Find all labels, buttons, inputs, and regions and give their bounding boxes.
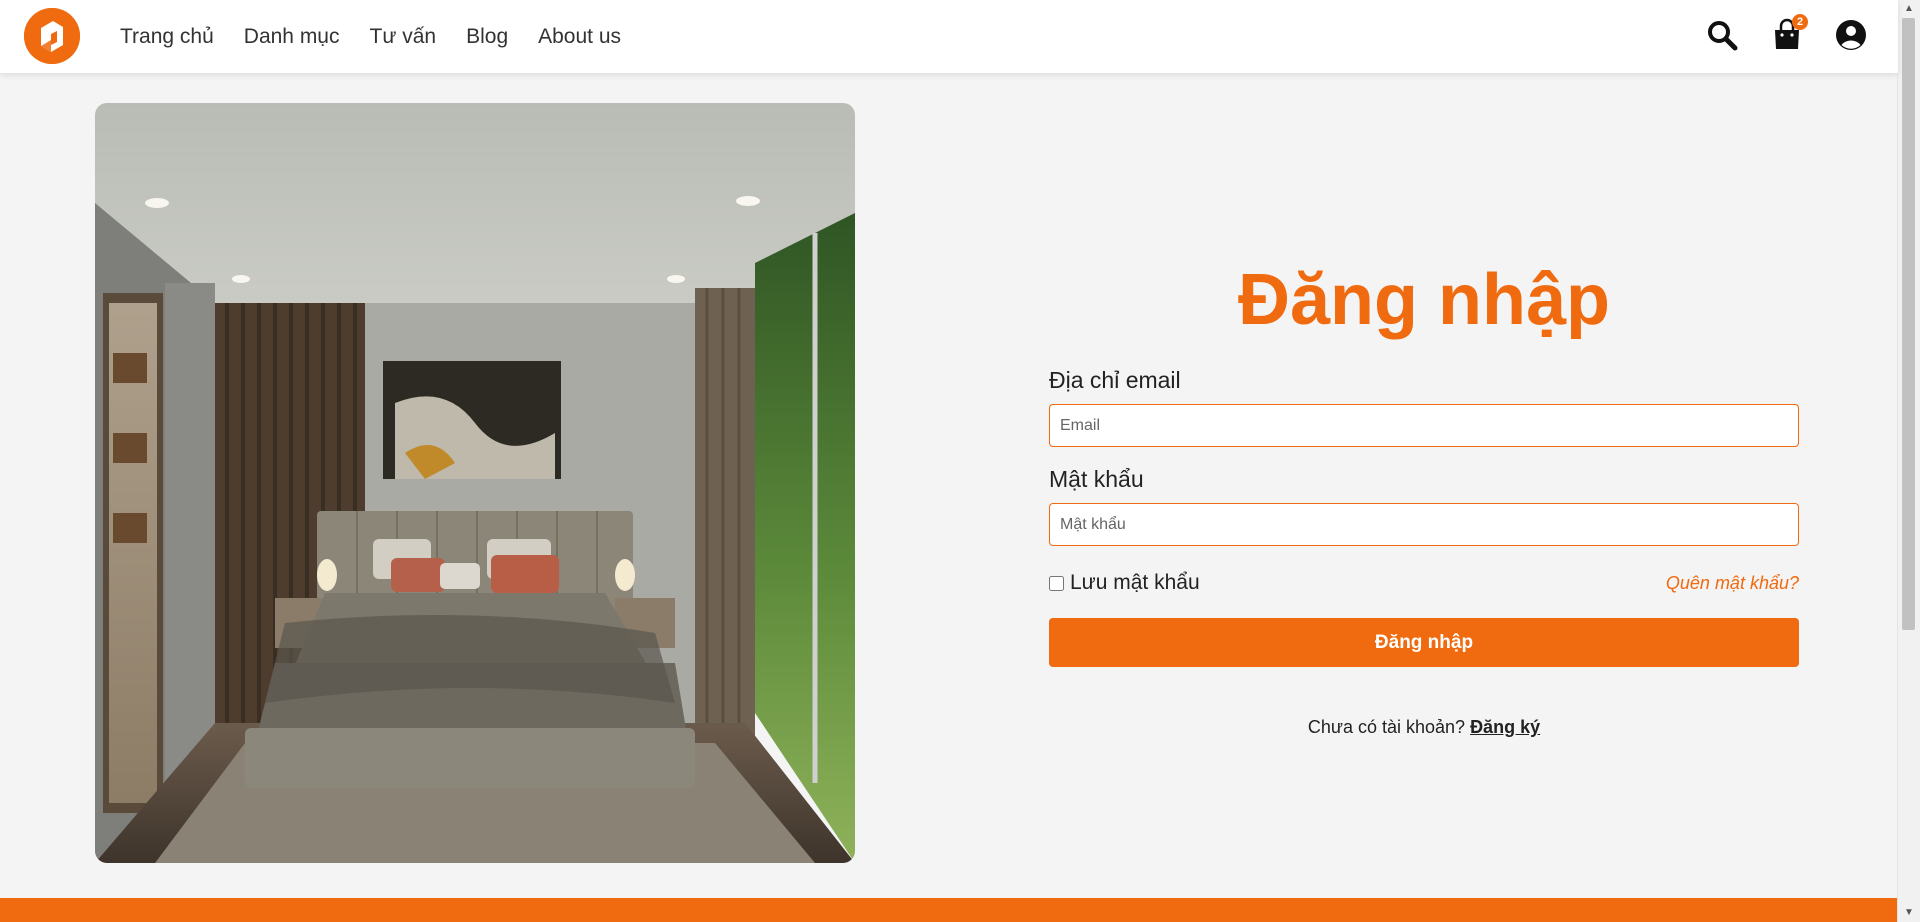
cart-count-badge: 2: [1792, 14, 1808, 30]
site-header: Trang chủ Danh mục Tư vấn Blog About us …: [0, 0, 1898, 73]
search-icon: [1708, 21, 1738, 51]
email-label: Địa chỉ email: [1049, 367, 1181, 393]
scrollbar-thumb[interactable]: [1902, 18, 1915, 630]
user-circle-icon: [1836, 20, 1866, 50]
brand-logo[interactable]: [24, 8, 80, 64]
login-title: Đăng nhập: [1238, 260, 1610, 340]
login-form: Đăng nhập Địa chỉ email Mật khẩu Lưu mật…: [1049, 250, 1799, 738]
search-button[interactable]: [1705, 18, 1739, 52]
signup-prompt: Chưa có tài khoản?: [1307, 717, 1466, 737]
cart-button[interactable]: 2: [1770, 14, 1808, 52]
password-label: Mật khẩu: [1049, 466, 1144, 492]
nav-item-consulting[interactable]: Tư vấn: [370, 25, 437, 49]
nav-item-blog[interactable]: Blog: [466, 25, 508, 49]
logo-icon: [24, 8, 80, 64]
remember-password[interactable]: Lưu mật khẩu: [1049, 571, 1200, 595]
nav-item-about[interactable]: About us: [538, 25, 621, 49]
nav-item-categories[interactable]: Danh mục: [244, 25, 340, 49]
remember-checkbox[interactable]: [1049, 575, 1064, 591]
bedroom-illustration: [95, 103, 855, 863]
footer-bar: [0, 898, 1898, 922]
email-field[interactable]: [1049, 404, 1799, 447]
remember-label: Lưu mật khẩu: [1070, 571, 1200, 594]
scroll-down-arrow-icon[interactable]: ▼: [1898, 904, 1920, 922]
account-button[interactable]: [1834, 18, 1868, 52]
bedroom-hero-image: [95, 103, 855, 863]
signup-link[interactable]: Đăng ký: [1470, 717, 1540, 737]
nav-item-home[interactable]: Trang chủ: [120, 25, 214, 49]
login-submit-button[interactable]: Đăng nhập: [1049, 618, 1799, 667]
main-nav: Trang chủ Danh mục Tư vấn Blog About us: [120, 0, 651, 73]
scroll-up-arrow-icon[interactable]: ▲: [1898, 0, 1920, 18]
remember-row: Lưu mật khẩu Quên mật khẩu?: [1049, 568, 1799, 598]
page-scrollbar[interactable]: ▲ ▼: [1897, 0, 1920, 922]
password-field[interactable]: [1049, 503, 1799, 546]
forgot-password-link[interactable]: Quên mật khẩu?: [1666, 573, 1799, 594]
signup-row: Chưa có tài khoản? Đăng ký: [1049, 717, 1799, 738]
